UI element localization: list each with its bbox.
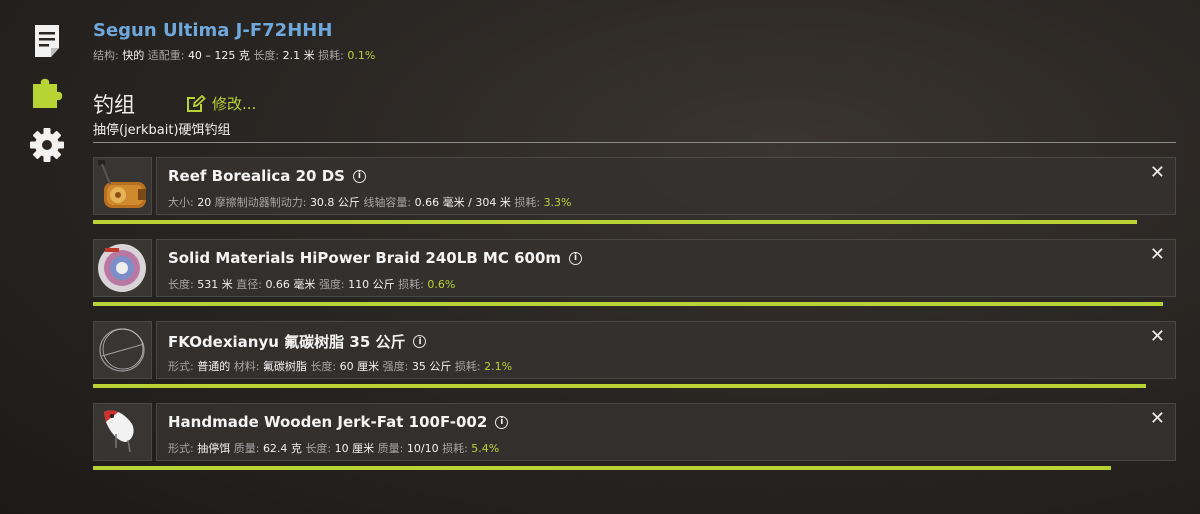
gear-name: Solid Materials HiPower Braid 240LB MC 6…: [168, 249, 583, 267]
stat-value: 0.66 毫米: [265, 278, 316, 291]
sidebar: [22, 16, 72, 172]
reel-thumbnail[interactable]: [93, 157, 152, 215]
stat-value: 62.4 克: [262, 442, 302, 455]
sidebar-rig-button[interactable]: [22, 68, 72, 118]
stat-label: 质量:: [233, 442, 260, 455]
rod-stat-label: 结构:: [93, 49, 119, 62]
stat-label: 形式:: [168, 442, 194, 455]
condition-bar: [93, 466, 1111, 470]
wear-value: 5.4%: [471, 442, 500, 455]
gear-stats: 大小: 20 摩擦制动器制动力: 30.8 公斤 线轴容量: 0.66 毫米 /…: [168, 194, 572, 210]
stat-value: 0.66 毫米 / 304 米: [414, 196, 511, 209]
gear-name-text: Handmade Wooden Jerk-Fat 100F-002: [168, 413, 488, 431]
sidebar-info-button[interactable]: [22, 16, 72, 66]
stat-label: 长度:: [168, 278, 194, 291]
wear-value: 2.1%: [484, 360, 513, 373]
gear-icon: [30, 128, 64, 162]
rod-stats: 结构: 快的 适配重: 40 – 125 克 长度: 2.1 米 损耗: 0.1…: [93, 47, 375, 63]
stat-value: 30.8 公斤: [309, 196, 360, 209]
stat-label: 线轴容量:: [363, 196, 412, 209]
gear-stats: 长度: 531 米 直径: 0.66 毫米 强度: 110 公斤 损耗: 0.6…: [168, 276, 455, 292]
stat-label: 长度:: [305, 442, 332, 455]
stat-value: 110 公斤: [348, 278, 395, 291]
gear-name-text: Reef Borealica 20 DS: [168, 167, 345, 185]
braid-spool-icon: [98, 244, 146, 292]
info-icon[interactable]: i: [569, 251, 583, 265]
rod-stat-label: 损耗:: [318, 49, 344, 62]
lure-thumbnail[interactable]: [93, 403, 152, 461]
leader-thumbnail[interactable]: [93, 321, 152, 379]
rod-stat-label: 长度:: [253, 49, 280, 62]
gear-name-text: FKOdexianyu 氟碳树脂 35 公斤: [168, 333, 406, 351]
gear-name: Handmade Wooden Jerk-Fat 100F-002 i: [168, 413, 509, 431]
sidebar-settings-button[interactable]: [22, 120, 72, 170]
gear-item-line: Solid Materials HiPower Braid 240LB MC 6…: [93, 239, 1176, 307]
wear-value: 0.6%: [427, 278, 456, 291]
info-icon[interactable]: i: [413, 335, 427, 348]
gear-name: FKOdexianyu 氟碳树脂 35 公斤 i: [168, 331, 427, 352]
stat-label: 直径:: [236, 278, 262, 291]
stat-label: 损耗:: [398, 278, 424, 291]
stat-label: 损耗:: [442, 442, 468, 455]
rod-stat-value: 40 – 125 克: [187, 49, 250, 62]
info-icon[interactable]: i: [495, 415, 509, 429]
remove-button[interactable]: ✕: [1150, 328, 1165, 346]
gear-card[interactable]: Reef Borealica 20 DS i 大小: 20 摩擦制动器制动力: …: [156, 157, 1176, 215]
gear-item-lure: Handmade Wooden Jerk-Fat 100F-002 i 形式: …: [93, 403, 1176, 471]
gear-card[interactable]: FKOdexianyu 氟碳树脂 35 公斤 i 形式: 普通的 材料: 氟碳树…: [156, 321, 1176, 379]
gear-card[interactable]: Solid Materials HiPower Braid 240LB MC 6…: [156, 239, 1176, 297]
rod-stat-value: 2.1 米: [282, 49, 315, 62]
rig-title: 钓组: [93, 93, 135, 117]
stat-label: 损耗:: [454, 360, 481, 373]
gear-card[interactable]: Handmade Wooden Jerk-Fat 100F-002 i 形式: …: [156, 403, 1176, 461]
lure-icon: [104, 410, 134, 453]
stat-value: 531 米: [197, 278, 233, 291]
rig-type: 抽停(jerkbait)硬饵钓组: [93, 123, 231, 138]
modify-rig-button[interactable]: 修改...: [186, 93, 256, 114]
stat-value: 抽停饵: [197, 442, 231, 455]
line-thumbnail[interactable]: [93, 239, 152, 297]
stat-label: 材料:: [233, 360, 260, 373]
document-icon: [35, 25, 59, 57]
gear-stats: 形式: 普通的 材料: 氟碳树脂 长度: 60 厘米 强度: 35 公斤 损耗:…: [168, 358, 512, 374]
condition-bar: [93, 220, 1137, 224]
stat-value: 35 公斤: [411, 360, 452, 373]
stat-label: 强度:: [318, 278, 345, 291]
remove-button[interactable]: ✕: [1150, 246, 1165, 264]
gear-name: Reef Borealica 20 DS i: [168, 167, 366, 185]
stat-value: 20: [197, 196, 212, 209]
stat-label: 质量:: [377, 442, 404, 455]
wear-value: 3.3%: [543, 196, 572, 209]
stat-label: 大小:: [168, 196, 194, 209]
leader-coil-icon: [99, 328, 145, 372]
remove-button[interactable]: ✕: [1150, 410, 1165, 428]
condition-bar: [93, 384, 1146, 388]
edit-icon: [187, 94, 206, 112]
puzzle-icon: [33, 78, 63, 108]
info-icon[interactable]: i: [352, 169, 366, 183]
reel-icon: [98, 160, 146, 208]
stat-value: 60 厘米: [339, 360, 380, 373]
rod-stat-value: 快的: [122, 49, 145, 62]
stat-label: 损耗:: [514, 196, 541, 209]
modify-label: 修改...: [212, 95, 257, 113]
gear-item-leader: FKOdexianyu 氟碳树脂 35 公斤 i 形式: 普通的 材料: 氟碳树…: [93, 321, 1176, 389]
rod-wear-value: 0.1%: [347, 49, 376, 62]
stat-value: 普通的: [197, 360, 231, 373]
stat-value: 10 厘米: [334, 442, 375, 455]
gear-stats: 形式: 抽停饵 质量: 62.4 克 长度: 10 厘米 质量: 10/10 损…: [168, 440, 499, 456]
rod-title: Segun Ultima J-F72HHH: [93, 20, 333, 41]
gear-name-text: Solid Materials HiPower Braid 240LB MC 6…: [168, 249, 562, 267]
stat-value: 氟碳树脂: [262, 360, 307, 373]
condition-bar: [93, 302, 1163, 306]
stat-label: 形式:: [168, 360, 194, 373]
divider: [93, 142, 1176, 143]
gear-item-reel: Reef Borealica 20 DS i 大小: 20 摩擦制动器制动力: …: [93, 157, 1176, 225]
stat-label: 长度:: [310, 360, 337, 373]
rod-stat-label: 适配重:: [147, 49, 185, 62]
remove-button[interactable]: ✕: [1150, 164, 1165, 182]
stat-label: 强度:: [382, 360, 409, 373]
stat-value: 10/10: [406, 442, 439, 455]
stat-label: 摩擦制动器制动力:: [214, 196, 307, 209]
